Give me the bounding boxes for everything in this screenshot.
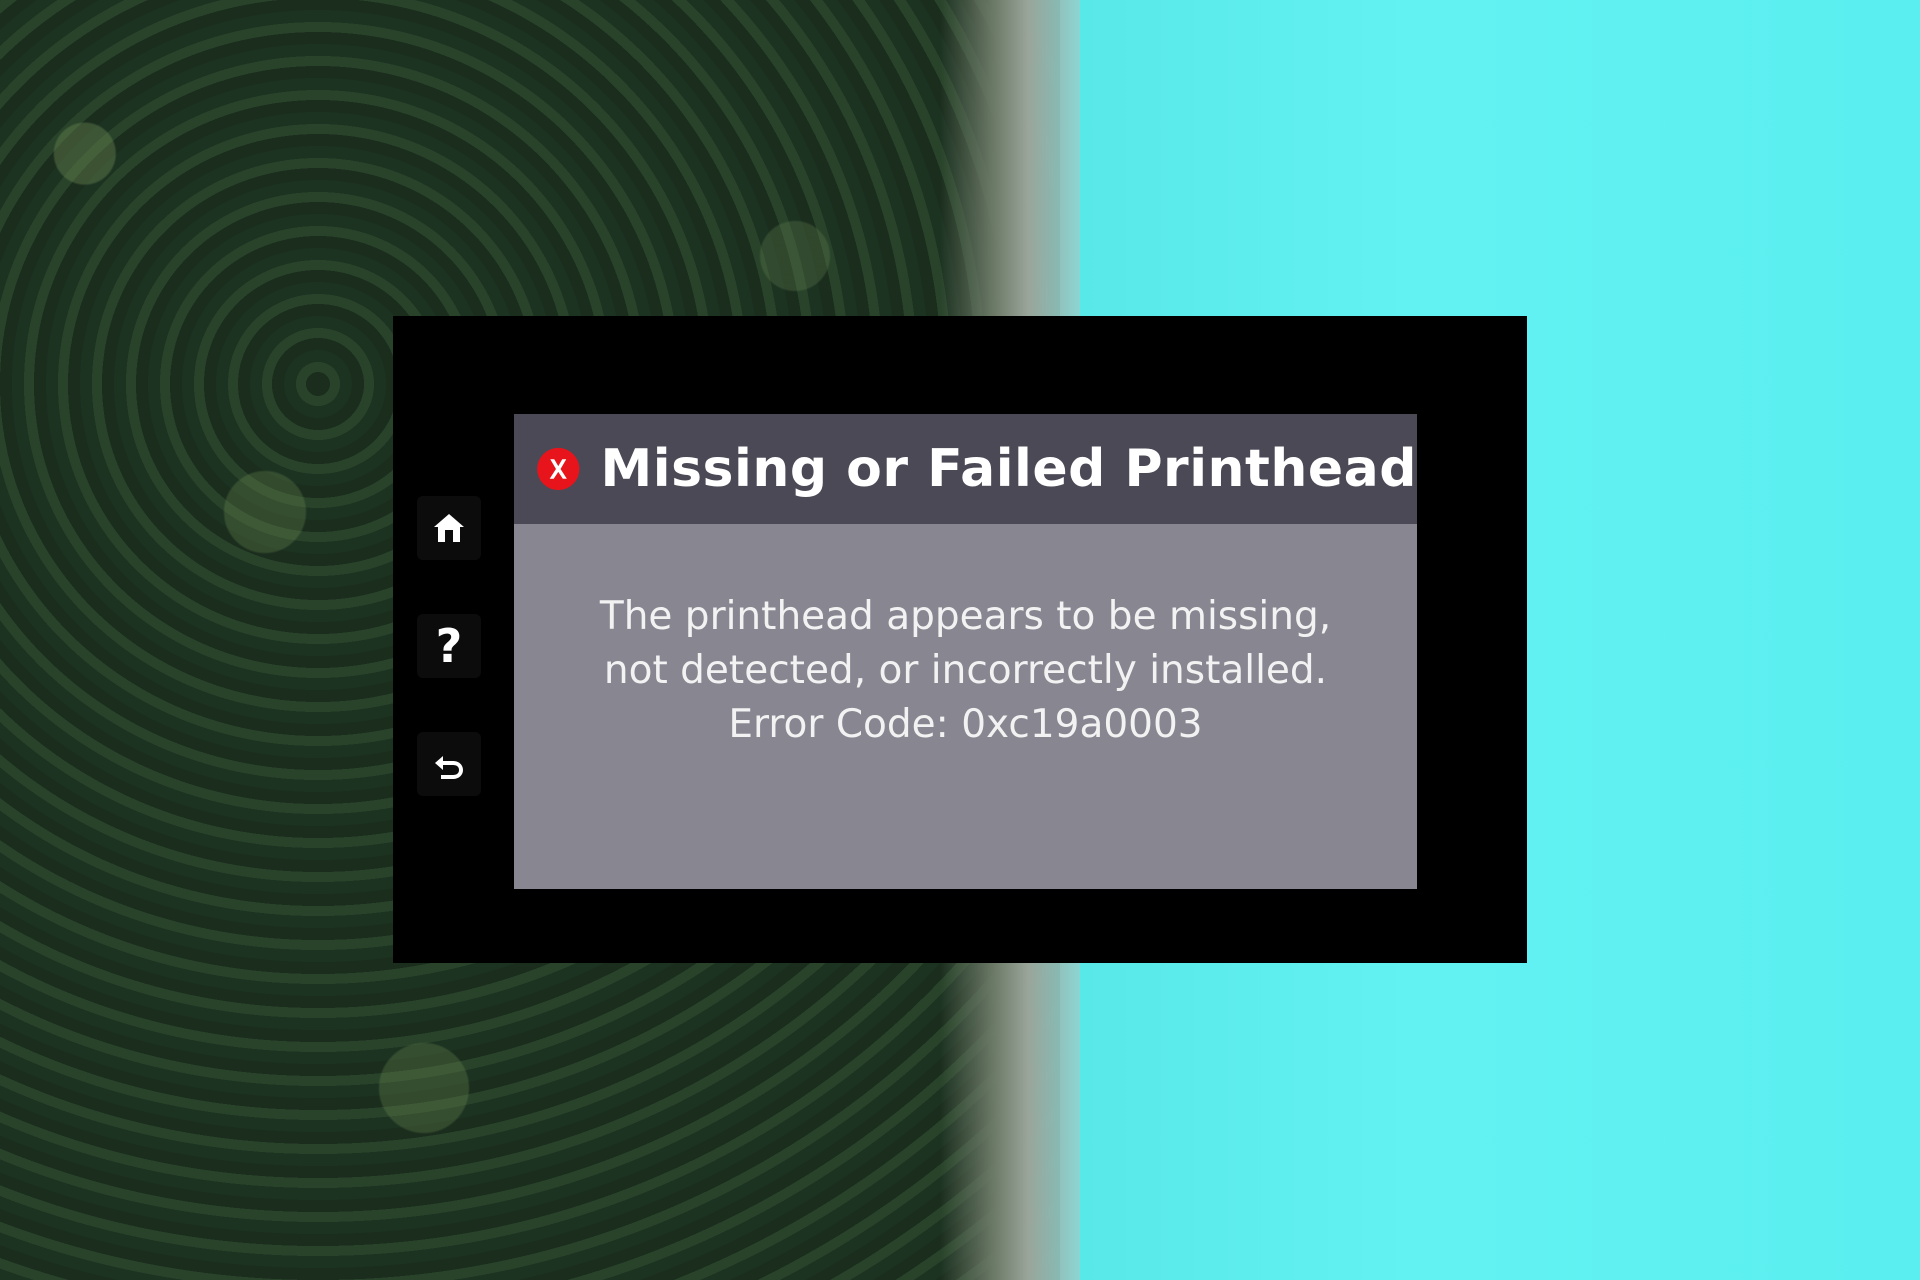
home-button[interactable] bbox=[417, 496, 481, 560]
dialog-header: Missing or Failed Printhead bbox=[514, 414, 1417, 524]
error-dialog: Missing or Failed Printhead The printhea… bbox=[514, 414, 1417, 889]
help-button[interactable]: ? bbox=[417, 614, 481, 678]
dialog-title: Missing or Failed Printhead bbox=[600, 439, 1417, 499]
message-line-2: not detected, or incorrectly installed. bbox=[603, 648, 1328, 693]
back-button[interactable] bbox=[417, 732, 481, 796]
message-line-1: The printhead appears to be missing, bbox=[599, 594, 1332, 639]
help-icon: ? bbox=[435, 619, 463, 673]
nav-column: ? bbox=[417, 496, 481, 796]
back-icon bbox=[435, 756, 463, 779]
error-x-icon bbox=[537, 447, 580, 491]
dialog-message: The printhead appears to be missing, not… bbox=[514, 590, 1417, 752]
error-code: Error Code: 0xc19a0003 bbox=[728, 702, 1203, 747]
printer-control-panel: ? Missing or Failed Printhead The printh… bbox=[393, 316, 1527, 963]
home-icon bbox=[434, 514, 464, 542]
